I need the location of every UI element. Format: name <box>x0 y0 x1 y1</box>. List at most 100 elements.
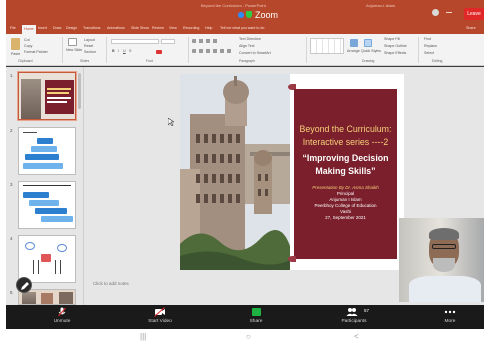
quick-styles-button[interactable]: Quick Styles <box>361 49 381 53</box>
divider <box>306 37 307 63</box>
zoom-dot-icon <box>238 12 244 18</box>
more-button[interactable]: More <box>420 307 480 324</box>
replace-button[interactable]: Replace <box>424 44 437 48</box>
arrange-icon[interactable] <box>350 39 358 47</box>
paste-icon[interactable] <box>11 38 20 50</box>
speech-bubble-icon <box>57 244 67 252</box>
align-icons[interactable] <box>192 49 232 53</box>
tab-draw[interactable]: Draw <box>53 26 61 30</box>
tab-recording[interactable]: Recording <box>183 26 199 30</box>
bold-icon[interactable]: B <box>112 49 115 53</box>
smartart-button[interactable]: Convert to SmartArt <box>239 51 271 55</box>
shadow-icon[interactable]: S <box>129 49 131 53</box>
slide-thumbnail-2[interactable] <box>18 127 76 175</box>
reset-button[interactable]: Reset <box>84 44 93 48</box>
share-tab[interactable]: Share <box>466 26 476 30</box>
unmute-button[interactable]: Unmute <box>32 307 92 324</box>
diagram-block <box>23 192 49 198</box>
tab-animations[interactable]: Animations <box>107 26 125 30</box>
underline-icon[interactable]: U <box>123 49 126 53</box>
back-button[interactable]: < <box>354 332 359 341</box>
notes-pane[interactable]: Click to add notes <box>85 277 405 297</box>
zoom-meeting-toolbar: Unmute Start Video Share 57 Participants <box>6 305 484 329</box>
group-font: Font <box>146 59 153 63</box>
new-slide-button[interactable]: New Slide <box>66 48 82 52</box>
slide-thumbnail-3[interactable] <box>18 181 76 229</box>
align-text-button[interactable]: Align Text <box>239 44 255 48</box>
font-size-field[interactable] <box>161 39 175 44</box>
layout-button[interactable]: Layout <box>84 38 95 42</box>
android-navigation-bar: ||| ○ < <box>0 329 490 345</box>
leave-button[interactable]: Leave <box>464 8 484 20</box>
avatar[interactable] <box>432 9 439 16</box>
find-button[interactable]: Find <box>424 37 431 41</box>
minimize-icon[interactable] <box>446 12 452 13</box>
diagram-block <box>35 208 67 214</box>
share-button[interactable]: Share <box>226 307 286 324</box>
slide-title-line-2: Interactive series ----2 <box>302 137 389 147</box>
tab-slide-show[interactable]: Slide Show <box>131 26 149 30</box>
shape-fill-button[interactable]: Shape Fill <box>384 37 400 41</box>
list-icons[interactable] <box>192 39 220 43</box>
zoom-label: Zoom <box>255 10 279 20</box>
slide-topic-line-1: “Improving Decision <box>302 153 389 163</box>
ribbon: Paste Cut Copy Format Painter Clipboard … <box>6 34 484 66</box>
section-button[interactable]: Section <box>84 50 96 54</box>
italic-icon[interactable]: I <box>118 49 119 53</box>
group-editing: Editing <box>432 59 443 63</box>
home-button[interactable]: ○ <box>246 332 251 341</box>
slide-topic-line-2: Making Skills” <box>315 166 376 176</box>
tab-transitions[interactable]: Transitions <box>83 26 100 30</box>
participants-label: Participants <box>341 319 367 324</box>
cut-button[interactable]: Cut <box>24 38 30 42</box>
tab-home[interactable]: Home <box>22 25 36 34</box>
tab-review[interactable]: Review <box>152 26 164 30</box>
tab-insert[interactable]: Insert <box>38 26 47 30</box>
more-dots-icon <box>444 310 456 314</box>
thumbnail-scrollbar[interactable] <box>78 73 81 109</box>
font-color-icon[interactable] <box>156 50 162 54</box>
tab-design[interactable]: Design <box>66 26 77 30</box>
zoom-logo: Zoom <box>238 10 278 20</box>
organization-1: Anjuman I Islam <box>329 197 362 202</box>
copy-button[interactable]: Copy <box>24 44 32 48</box>
slide-title-line-1: Beyond the Curriculum: <box>299 124 392 134</box>
participant-shirt <box>409 276 481 302</box>
new-slide-icon[interactable] <box>68 38 77 46</box>
participants-button[interactable]: 57 Participants <box>324 307 384 324</box>
shapes-gallery[interactable] <box>310 38 344 54</box>
tab-view[interactable]: View <box>169 26 177 30</box>
slide-number: 5 <box>10 290 13 295</box>
start-video-button[interactable]: Start Video <box>130 307 190 324</box>
notes-placeholder[interactable]: Click to add notes <box>93 281 129 286</box>
paste-label[interactable]: Paste <box>11 52 20 56</box>
text-line <box>23 132 37 133</box>
shield-icon <box>246 11 252 18</box>
group-slides: Slides <box>80 59 90 63</box>
slide-thumbnail-4[interactable] <box>18 235 76 283</box>
participant-video-tile[interactable] <box>399 218 484 302</box>
diagram-block <box>41 216 73 222</box>
shape-outline-button[interactable]: Shape Outline <box>384 44 407 48</box>
group-clipboard: Clipboard <box>18 59 33 63</box>
recent-apps-button[interactable]: ||| <box>140 332 146 341</box>
tab-help[interactable]: Help <box>205 26 212 30</box>
format-painter-button[interactable]: Format Painter <box>24 50 48 54</box>
tell-me-search[interactable]: Tell me what you want to do <box>220 26 264 30</box>
slide-thumbnail-1[interactable] <box>18 72 76 120</box>
select-button[interactable]: Select <box>424 51 434 55</box>
tab-file[interactable]: File <box>10 26 16 30</box>
presenter-name: Presentation By Dr. Asma Shaikh <box>312 185 379 190</box>
shape-effects-button[interactable]: Shape Effects <box>384 51 406 55</box>
arrange-button[interactable]: Arrange <box>347 49 360 53</box>
diagram-block <box>25 154 59 160</box>
quick-styles-icon[interactable] <box>364 39 372 47</box>
annotate-pencil-button[interactable] <box>16 277 32 293</box>
text-direction-button[interactable]: Text Direction <box>239 37 261 41</box>
font-name-field[interactable] <box>111 39 159 44</box>
more-label: More <box>444 319 456 324</box>
current-slide[interactable]: Beyond the Curriculum: Interactive serie… <box>180 74 404 270</box>
group-paragraph: Paragraph <box>239 59 255 63</box>
title-bar: Beyond the Curriculum - PowerPoint Zoom … <box>6 0 484 24</box>
pencil-icon <box>21 282 29 290</box>
